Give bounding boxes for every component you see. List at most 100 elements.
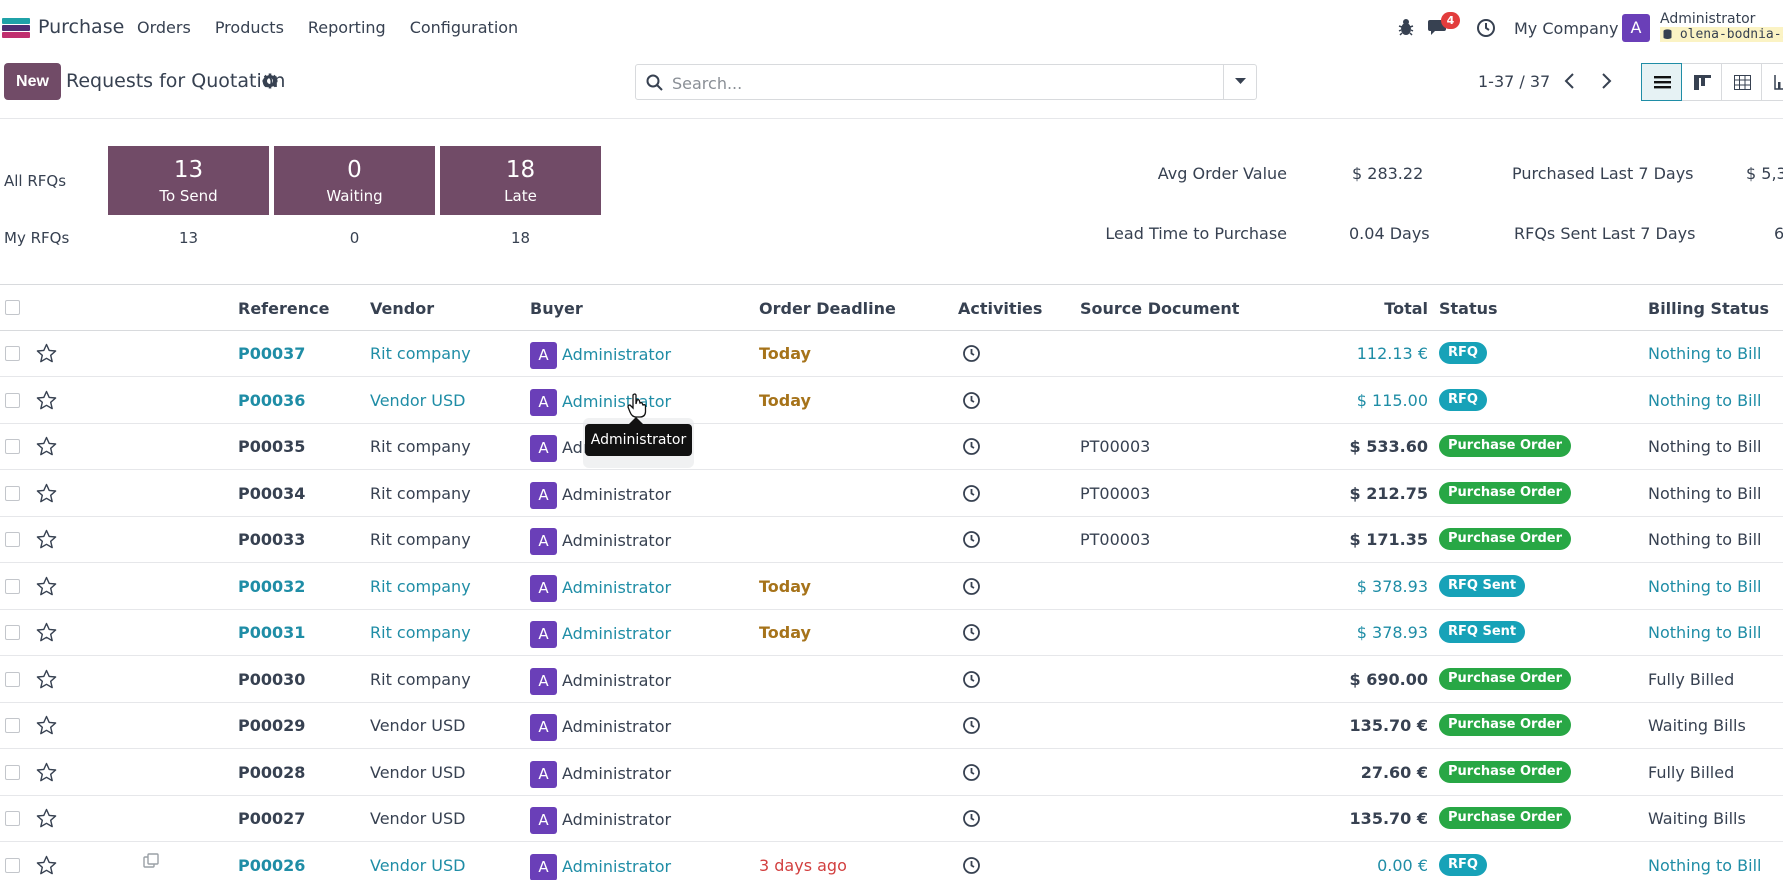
row-checkbox[interactable]	[5, 764, 20, 780]
search-options-toggle[interactable]	[1223, 65, 1256, 99]
cell-buyer[interactable]: Administrator	[562, 717, 671, 736]
cell-vendor[interactable]: Rit company	[370, 437, 471, 456]
star-icon[interactable]	[36, 715, 57, 736]
activity-clock-icon[interactable]	[962, 391, 981, 410]
activity-clock-icon[interactable]	[962, 856, 981, 875]
menu-reporting[interactable]: Reporting	[308, 18, 386, 37]
table-row[interactable]: P00027 Vendor USD A Administrator 135.70 € Pu…	[0, 796, 1783, 842]
cell-reference[interactable]: P00036	[238, 391, 305, 410]
cell-reference[interactable]: P00033	[238, 530, 305, 549]
row-checkbox[interactable]	[5, 671, 20, 687]
star-icon[interactable]	[36, 529, 57, 550]
cell-vendor[interactable]: Vendor USD	[370, 809, 465, 828]
pivot-view-button[interactable]	[1721, 63, 1762, 101]
table-row[interactable]: P00026 Vendor USD A Administrator 3 days ago…	[0, 843, 1783, 880]
chevron-right-icon[interactable]	[1598, 71, 1614, 91]
purchase-app-icon[interactable]	[2, 18, 30, 38]
activity-clock-icon[interactable]	[962, 344, 981, 363]
column-header-source[interactable]: Source Document	[1080, 299, 1239, 318]
column-header-deadline[interactable]: Order Deadline	[759, 299, 896, 318]
star-icon[interactable]	[36, 436, 57, 457]
table-row[interactable]: P00029 Vendor USD A Administrator 135.70 € Pu…	[0, 703, 1783, 749]
cell-buyer[interactable]: Administrator	[562, 624, 671, 643]
debug-bug-icon[interactable]	[1397, 17, 1415, 37]
table-row[interactable]: P00028 Vendor USD A Administrator 27.60 € Pur…	[0, 750, 1783, 796]
row-checkbox[interactable]	[5, 578, 20, 594]
cell-buyer[interactable]: Administrator	[562, 764, 671, 783]
select-all-checkbox[interactable]	[5, 300, 20, 315]
activity-clock-icon[interactable]	[962, 763, 981, 782]
table-row[interactable]: P00032 Rit company A Administrator Today $ 37…	[0, 564, 1783, 610]
company-switcher[interactable]: My Company	[1514, 19, 1618, 38]
page-title[interactable]: Requests for Quotation	[66, 70, 285, 92]
activity-clock-icon[interactable]	[962, 484, 981, 503]
cell-vendor[interactable]: Rit company	[370, 623, 471, 642]
cell-vendor[interactable]: Vendor USD	[370, 763, 465, 782]
column-header-vendor[interactable]: Vendor	[370, 299, 434, 318]
column-header-billing[interactable]: Billing Status	[1648, 299, 1769, 318]
cell-buyer[interactable]: Administrator	[562, 485, 671, 504]
star-icon[interactable]	[36, 762, 57, 783]
user-name[interactable]: Administrator	[1660, 11, 1755, 27]
column-header-total[interactable]: Total	[1384, 299, 1428, 318]
row-checkbox[interactable]	[5, 485, 20, 501]
cell-vendor[interactable]: Rit company	[370, 344, 471, 363]
star-icon[interactable]	[36, 483, 57, 504]
duplicate-icon[interactable]	[143, 852, 159, 869]
column-header-activities[interactable]: Activities	[958, 299, 1042, 318]
row-checkbox[interactable]	[5, 857, 20, 873]
cell-reference[interactable]: P00028	[238, 763, 305, 782]
column-header-reference[interactable]: Reference	[238, 299, 329, 318]
row-checkbox[interactable]	[5, 811, 20, 826]
my-to-send-value[interactable]: 13	[108, 229, 269, 247]
table-row[interactable]: P00037 Rit company A Administrator Today 112.…	[0, 331, 1783, 377]
activity-clock-icon[interactable]	[962, 530, 981, 549]
chevron-left-icon[interactable]	[1562, 71, 1578, 91]
activity-clock-icon[interactable]	[962, 623, 981, 642]
tile-to-send[interactable]: 13 To Send	[108, 146, 269, 215]
row-checkbox[interactable]	[5, 625, 20, 640]
column-header-buyer[interactable]: Buyer	[530, 299, 583, 318]
cell-vendor[interactable]: Rit company	[370, 670, 471, 689]
table-row[interactable]: P00033 Rit company A Administrator PT00003 $ …	[0, 517, 1783, 563]
star-icon[interactable]	[36, 390, 57, 411]
table-row[interactable]: P00031 Rit company A Administrator Today $ 37…	[0, 610, 1783, 656]
activity-clock-icon[interactable]	[962, 437, 981, 456]
cell-buyer[interactable]: Administrator	[562, 392, 671, 411]
activity-clock-icon[interactable]	[962, 716, 981, 735]
table-row[interactable]: P00035 Rit company A Administrator PT00003 $ …	[0, 424, 1783, 470]
new-button[interactable]: New	[4, 63, 61, 100]
tile-late[interactable]: 18 Late	[440, 146, 601, 215]
cell-reference[interactable]: P00027	[238, 809, 305, 828]
cell-reference[interactable]: P00035	[238, 437, 305, 456]
cell-buyer[interactable]: Administrator	[562, 857, 671, 876]
app-name[interactable]: Purchase	[38, 16, 124, 38]
cell-vendor[interactable]: Vendor USD	[370, 856, 465, 875]
star-icon[interactable]	[36, 343, 57, 364]
list-view-button[interactable]	[1641, 63, 1682, 101]
cell-buyer[interactable]: Administrator	[562, 578, 671, 597]
star-icon[interactable]	[36, 808, 57, 829]
menu-configuration[interactable]: Configuration	[410, 18, 519, 37]
cell-buyer[interactable]: Administrator	[562, 345, 671, 364]
gear-icon[interactable]	[262, 73, 278, 89]
menu-orders[interactable]: Orders	[137, 18, 191, 37]
cell-vendor[interactable]: Vendor USD	[370, 716, 465, 735]
tile-waiting[interactable]: 0 Waiting	[274, 146, 435, 215]
cell-vendor[interactable]: Rit company	[370, 484, 471, 503]
row-checkbox[interactable]	[5, 346, 20, 361]
activity-clock-icon[interactable]	[962, 670, 981, 689]
table-row[interactable]: P00034 Rit company A Administrator PT00003 $ …	[0, 471, 1783, 517]
cell-reference[interactable]: P00032	[238, 577, 305, 596]
cell-vendor[interactable]: Rit company	[370, 530, 471, 549]
column-header-status[interactable]: Status	[1439, 299, 1498, 318]
cell-reference[interactable]: P00029	[238, 716, 305, 735]
star-icon[interactable]	[36, 622, 57, 643]
cell-vendor[interactable]: Rit company	[370, 577, 471, 596]
row-checkbox[interactable]	[5, 718, 20, 733]
row-checkbox[interactable]	[5, 439, 20, 454]
cell-reference[interactable]: P00034	[238, 484, 305, 503]
table-row[interactable]: P00036 Vendor USD A Administrator Today $ 115…	[0, 378, 1783, 424]
activity-clock-icon[interactable]	[962, 577, 981, 596]
star-icon[interactable]	[36, 855, 57, 876]
